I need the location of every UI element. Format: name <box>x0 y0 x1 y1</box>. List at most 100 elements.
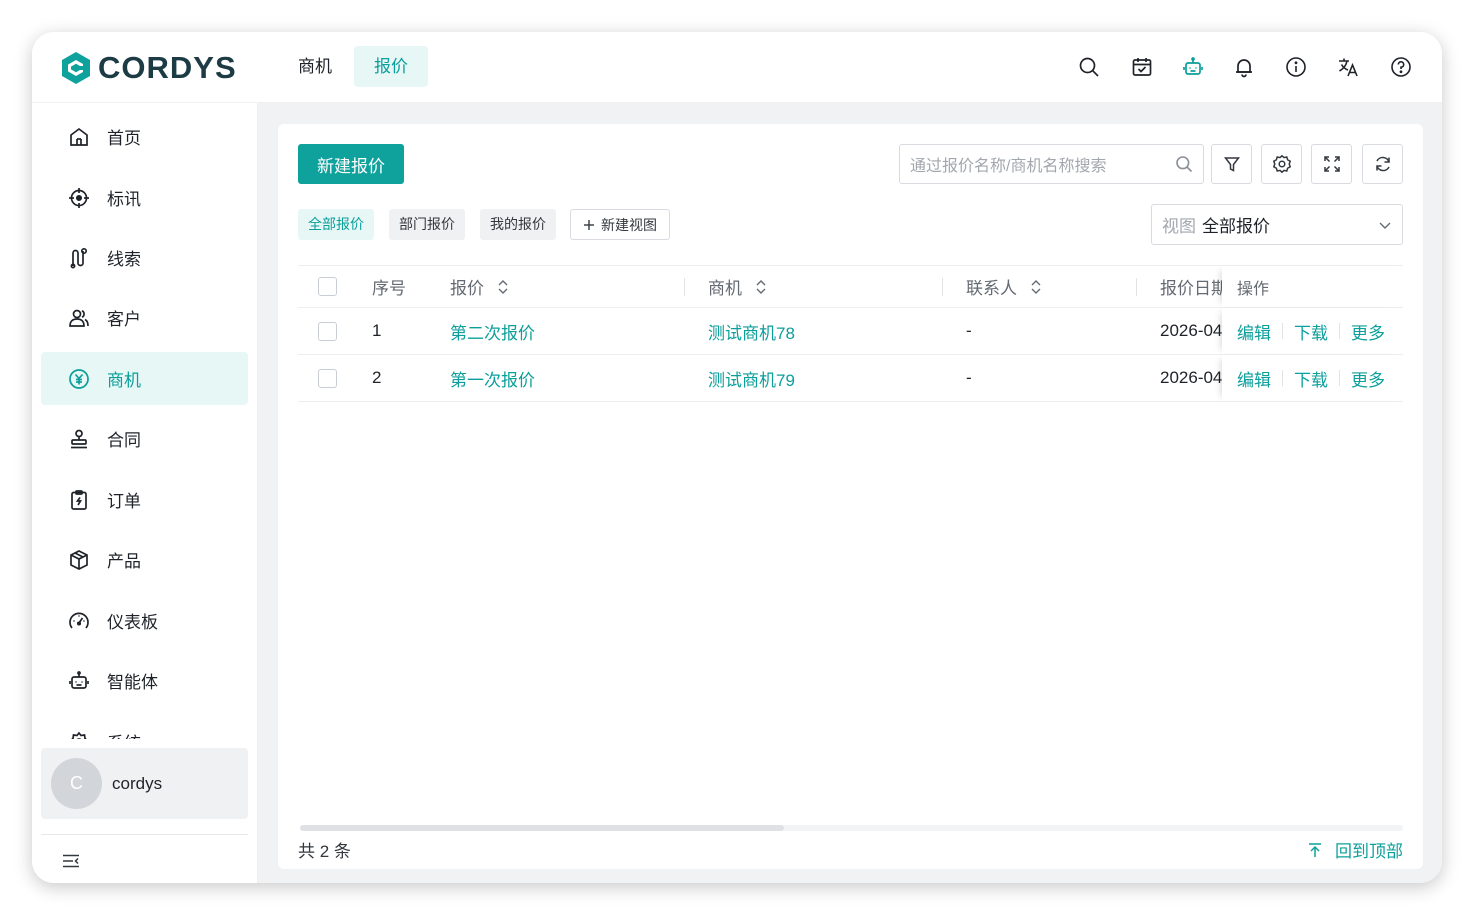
col-contact[interactable]: 联系人 <box>966 266 1043 307</box>
home-icon <box>70 127 88 146</box>
select-all-cell <box>318 266 337 307</box>
brand-logo[interactable]: CORDYS <box>60 50 237 86</box>
col-quote[interactable]: 报价 <box>450 266 510 307</box>
target-icon <box>69 187 89 208</box>
more-button[interactable]: 更多 <box>1351 366 1385 391</box>
collapse-sidebar-icon[interactable] <box>62 852 80 870</box>
row-select-cell <box>318 355 337 401</box>
sidebar-item-contract[interactable]: 合同 <box>41 412 248 465</box>
sidebar-item-label: 产品 <box>107 552 141 571</box>
col-quote-label: 报价 <box>450 279 484 298</box>
customer-icon <box>69 309 89 327</box>
action-divider <box>1282 370 1283 386</box>
sidebar-item-label: 商机 <box>107 371 141 390</box>
row-index: 1 <box>372 321 382 340</box>
robot-icon <box>69 670 89 689</box>
action-divider <box>1282 323 1283 339</box>
sort-icon[interactable] <box>496 279 510 295</box>
col-date[interactable]: 报价日期 <box>1160 266 1228 307</box>
sidebar-item-label: 订单 <box>107 492 141 511</box>
contact-cell: - <box>966 368 972 387</box>
opportunity-link[interactable]: 测试商机79 <box>708 355 795 401</box>
col-opportunity[interactable]: 商机 <box>708 266 768 307</box>
app-window: CORDYS 商机 报价 首页 标讯 线索 客户 商机 合同 订单 产品 仪表板… <box>32 32 1442 883</box>
sidebar-item-clue[interactable]: 线索 <box>41 231 248 284</box>
quote-name-link[interactable]: 第二次报价 <box>450 308 535 354</box>
robot-icon[interactable] <box>1182 56 1204 78</box>
user-card[interactable]: C cordys <box>41 748 248 819</box>
sidebar-item-system[interactable]: 系统 <box>41 715 248 739</box>
new-quotation-button[interactable]: 新建报价 <box>298 144 404 184</box>
yen-icon <box>69 368 89 389</box>
sidebar-item-agent[interactable]: 智能体 <box>41 654 248 707</box>
row-actions: 编辑 下载 更多 <box>1222 355 1403 401</box>
table-row[interactable]: 1 第二次报价 测试商机78 - 2026-04 编辑 下载 更多 <box>298 308 1403 355</box>
search-icon[interactable] <box>1078 56 1100 78</box>
sidebar-item-product[interactable]: 产品 <box>41 533 248 586</box>
row-checkbox[interactable] <box>318 368 337 388</box>
sidebar-item-label: 合同 <box>107 431 141 450</box>
sort-icon[interactable] <box>1029 279 1043 295</box>
more-button[interactable]: 更多 <box>1351 319 1385 344</box>
sidebar-item-opportunity[interactable]: 商机 <box>41 352 248 405</box>
refresh-icon <box>1375 156 1390 172</box>
opportunity-link[interactable]: 测试商机78 <box>708 308 795 354</box>
calendar-check-icon[interactable] <box>1131 56 1153 78</box>
row-checkbox[interactable] <box>318 321 337 341</box>
view-tab-department[interactable]: 部门报价 <box>389 209 465 240</box>
download-button[interactable]: 下载 <box>1294 366 1328 391</box>
quote-name-link[interactable]: 第一次报价 <box>450 355 535 401</box>
plus-icon <box>584 219 594 230</box>
download-button[interactable]: 下载 <box>1294 319 1328 344</box>
scrollbar-thumb[interactable] <box>300 825 784 831</box>
search-input[interactable]: 通过报价名称/商机名称搜索 <box>910 152 1175 176</box>
translate-icon[interactable] <box>1337 56 1359 78</box>
view-tab-all[interactable]: 全部报价 <box>298 209 374 240</box>
back-to-top-button[interactable]: 回到顶部 <box>1307 837 1403 862</box>
info-icon[interactable] <box>1285 56 1307 78</box>
date-cell: 2026-04 <box>1160 368 1222 387</box>
fullscreen-button[interactable] <box>1311 144 1352 184</box>
sidebar-item-label: 标讯 <box>107 190 141 209</box>
table-row[interactable]: 2 第一次报价 测试商机79 - 2026-04 编辑 下载 更多 <box>298 355 1403 402</box>
column-divider <box>684 278 685 296</box>
avatar: C <box>51 758 102 809</box>
sidebar-item-bid[interactable]: 标讯 <box>41 171 248 224</box>
select-all-checkbox[interactable] <box>318 277 337 296</box>
user-name: cordys <box>112 773 163 793</box>
sidebar-item-home[interactable]: 首页 <box>41 110 248 163</box>
filter-icon <box>1223 157 1240 172</box>
edit-button[interactable]: 编辑 <box>1237 366 1271 391</box>
sidebar-item-order[interactable]: 订单 <box>41 473 248 526</box>
settings-button[interactable] <box>1261 144 1302 184</box>
system-icon <box>70 731 88 739</box>
view-select-value: 全部报价 <box>1202 217 1270 236</box>
dashboard-icon <box>69 612 89 629</box>
new-view-button[interactable]: 新建视图 <box>570 209 670 240</box>
refresh-button[interactable] <box>1362 144 1403 184</box>
horizontal-scrollbar[interactable] <box>300 825 1403 831</box>
sidebar-item-label: 首页 <box>107 129 141 148</box>
sidebar-divider <box>41 834 248 835</box>
filter-button[interactable] <box>1211 144 1252 184</box>
arrow-up-icon <box>1309 842 1321 857</box>
col-actions-header: 操作 <box>1222 266 1403 307</box>
view-select[interactable]: 视图 全部报价 <box>1151 204 1403 245</box>
edit-button[interactable]: 编辑 <box>1237 319 1271 344</box>
col-opportunity-label: 商机 <box>708 279 742 298</box>
sort-icon[interactable] <box>754 279 768 295</box>
brand-name: CORDYS <box>98 50 237 85</box>
view-tab-mine[interactable]: 我的报价 <box>480 209 556 240</box>
tab-opportunity[interactable]: 商机 <box>278 46 352 87</box>
help-icon[interactable] <box>1390 56 1412 78</box>
sidebar-item-dashboard[interactable]: 仪表板 <box>41 594 248 647</box>
total-count: 共 2 条 <box>298 842 351 861</box>
cordys-logo-icon <box>62 52 90 84</box>
table-header: 序号 报价 商机 联系人 报价日期 操作 <box>298 265 1403 308</box>
clipboard-icon <box>71 489 87 510</box>
search-box[interactable]: 通过报价名称/商机名称搜索 <box>899 144 1204 184</box>
sidebar-item-customer[interactable]: 客户 <box>41 291 248 344</box>
bell-icon[interactable] <box>1233 56 1255 78</box>
search-icon[interactable] <box>1175 155 1193 173</box>
tab-quotation[interactable]: 报价 <box>354 46 428 87</box>
